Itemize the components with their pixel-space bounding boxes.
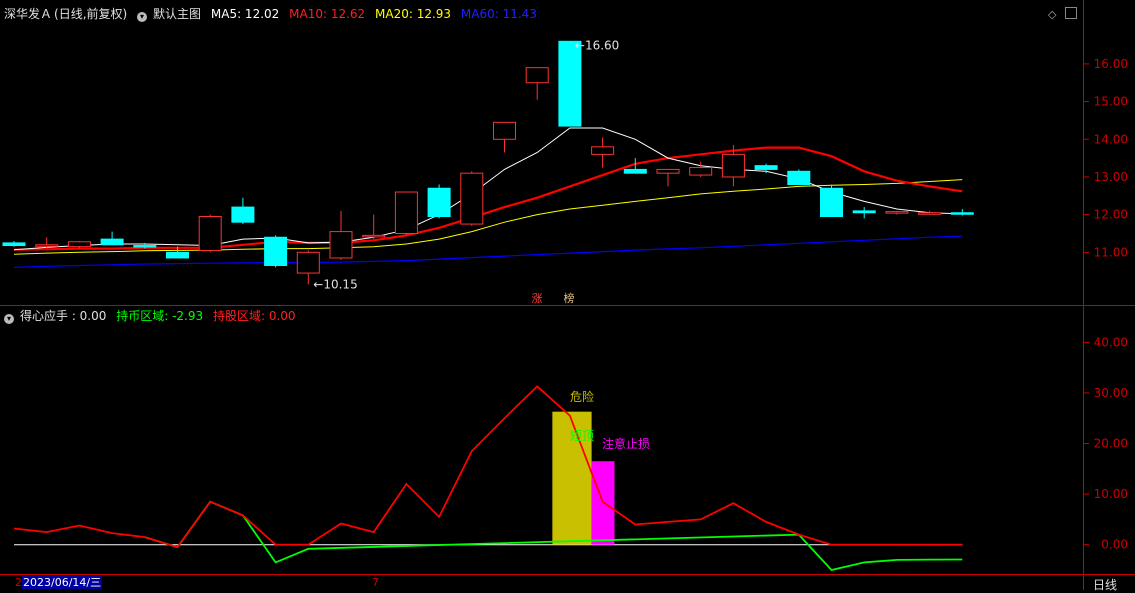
candle-body [852, 210, 876, 214]
candle-body [133, 245, 157, 248]
left-marker: 2 [15, 576, 22, 589]
candle-body [820, 187, 843, 218]
candle-body [918, 212, 942, 215]
candle-body [460, 172, 484, 225]
signal-label: 注意止损 [602, 436, 650, 451]
candle-body [100, 238, 124, 246]
candle-body [525, 67, 549, 84]
candle-body [394, 191, 418, 234]
signal-label: 危险 [570, 389, 594, 404]
y-tick-label: 13.00 [1094, 170, 1128, 184]
candle-body [264, 236, 288, 267]
y-tick-label: 12.00 [1094, 208, 1128, 222]
candle-body [362, 234, 386, 238]
y-tick-label: 11.00 [1094, 245, 1128, 259]
candlestick-pane: 16.00 15.00 14.00 13.00 12.00 11.00 ←16.60 ←10.… [2, 38, 1128, 305]
candle-body [329, 231, 353, 259]
price-annotation: ←16.60 [575, 38, 619, 52]
candle-body [721, 153, 745, 178]
candle-body [166, 251, 189, 259]
candle-body [67, 241, 91, 248]
period-tab[interactable]: 日线 [1093, 576, 1117, 593]
hold-stock-line [13, 385, 963, 549]
candle-body [558, 40, 582, 127]
candle-body [296, 251, 320, 274]
candle-body [591, 146, 615, 155]
candle-body [656, 168, 680, 174]
candle-body [623, 168, 647, 174]
y-tick-label: 40.00 [1094, 335, 1128, 349]
candle-body [787, 170, 811, 185]
y-tick-label: 20.00 [1094, 437, 1128, 451]
ma60-line [13, 235, 963, 268]
indicator-pane: 40.00 30.00 20.00 10.00 0.00 危险短顶注意止损 [13, 335, 1128, 571]
y-tick-label: 15.00 [1094, 95, 1128, 109]
chart-canvas[interactable]: 16.00 15.00 14.00 13.00 12.00 11.00 ←16.60 ←10.… [0, 0, 1135, 590]
month-marker: 7 [372, 576, 379, 589]
candle-body [950, 212, 974, 215]
candle-body [689, 167, 713, 176]
candle-body [198, 216, 222, 251]
candle-body [754, 165, 778, 170]
signal-marker: 榜 [564, 291, 575, 305]
candle-body [427, 187, 451, 218]
y-tick-label: 10.00 [1094, 487, 1128, 501]
candle-body [231, 206, 255, 223]
candle-body [35, 244, 59, 247]
y-tick-label: 0.00 [1101, 538, 1128, 552]
price-annotation: ←10.15 [313, 277, 357, 291]
y-tick-label: 30.00 [1094, 386, 1128, 400]
date-cursor-label: 2023/06/14/三 [22, 576, 103, 589]
signal-marker: 涨 [532, 292, 543, 305]
candle-body [885, 211, 909, 214]
candle-body [493, 121, 516, 140]
signal-label: 短顶 [570, 429, 594, 443]
candle-body [2, 242, 26, 247]
y-tick-label: 14.00 [1094, 132, 1128, 146]
y-tick-label: 16.00 [1094, 57, 1128, 71]
